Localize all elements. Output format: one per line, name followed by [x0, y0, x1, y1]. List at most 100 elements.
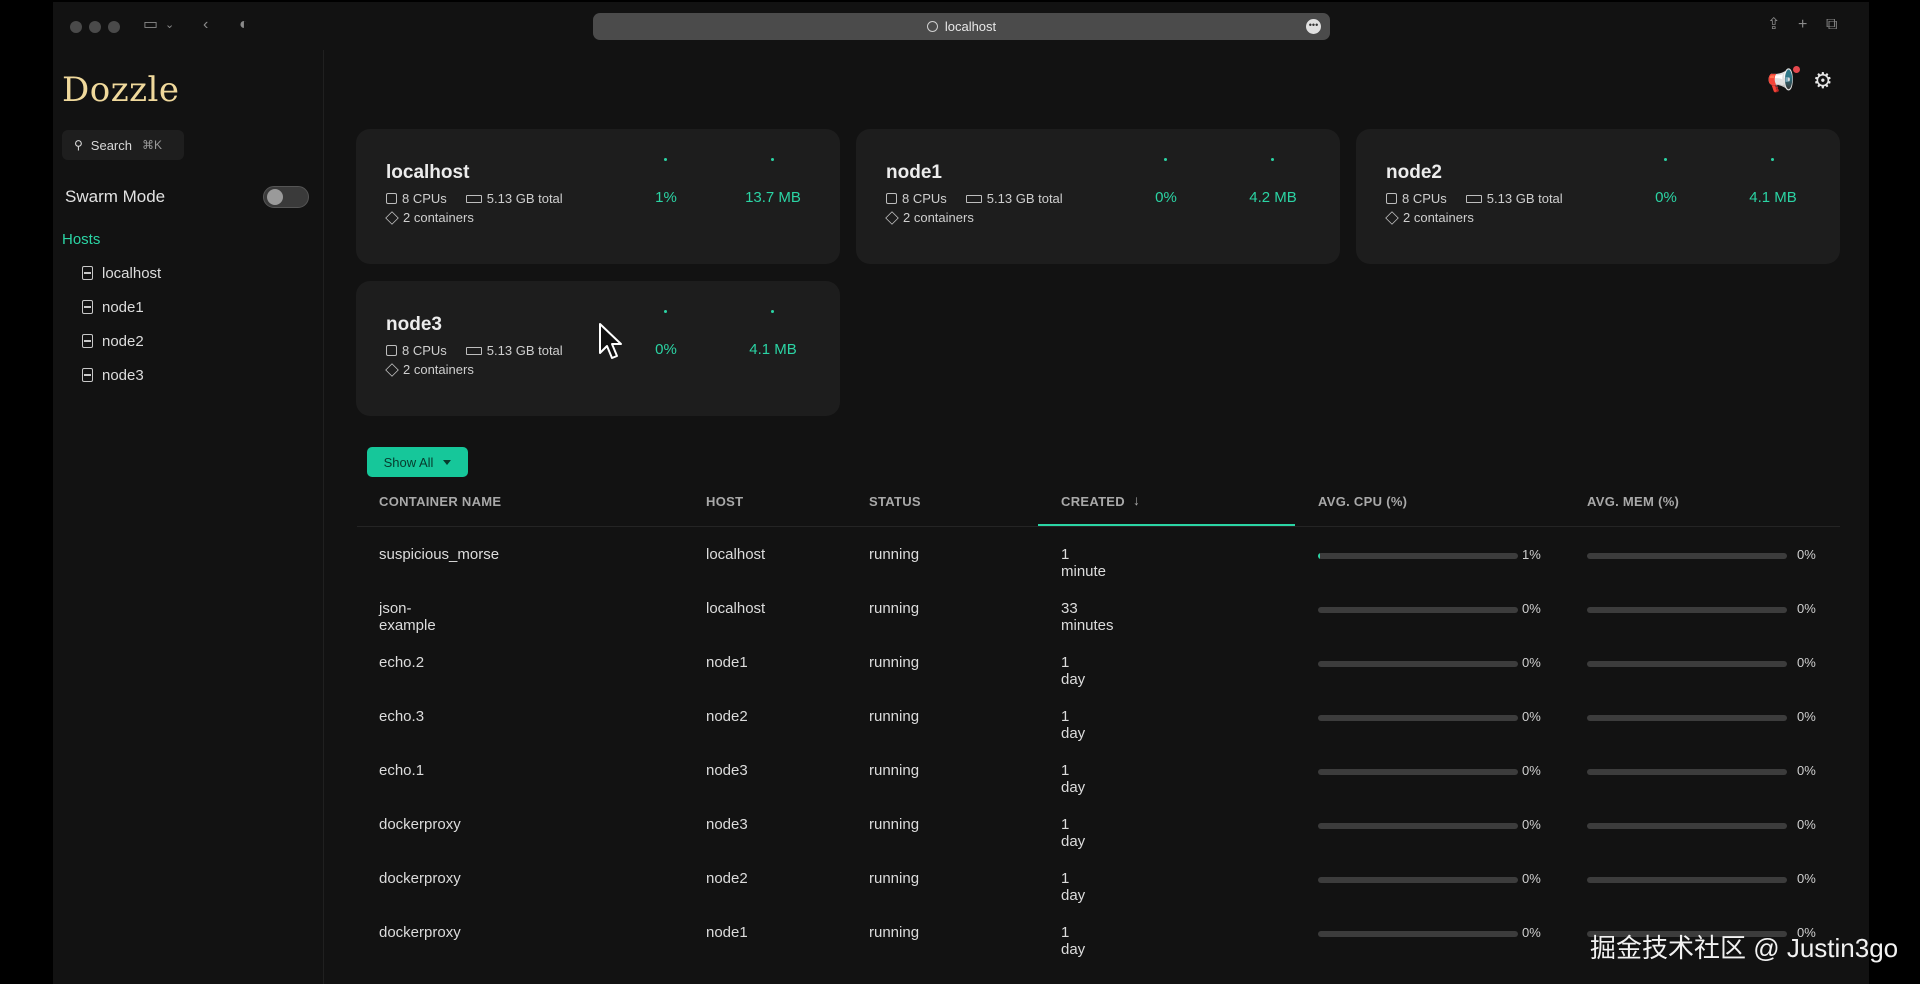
- cpu-icon: [1386, 193, 1397, 204]
- cpu-usage-bar: [1318, 931, 1518, 937]
- cpu-usage: 0%: [655, 341, 677, 358]
- created-cell: 1 day: [1061, 924, 1086, 958]
- tab-overview-icon[interactable]: ⧉: [1826, 16, 1837, 34]
- sidebar-item-localhost[interactable]: localhost: [82, 262, 161, 284]
- swarm-mode-toggle[interactable]: [263, 186, 309, 208]
- host-card-specs: 8 CPUs 5.13 GB total: [1386, 191, 1563, 206]
- search-button[interactable]: ⚲ Search ⌘K: [62, 130, 184, 160]
- globe-icon: [926, 21, 938, 32]
- mem-percent: 0%: [1797, 601, 1816, 616]
- cpu-sparkline: [664, 310, 667, 313]
- status-cell: running: [869, 870, 920, 887]
- cpu-count: 8 CPUs: [902, 191, 947, 206]
- cpu-percent: 0%: [1522, 871, 1541, 886]
- more-options-icon[interactable]: •••: [1306, 19, 1321, 34]
- sidebar-item-node3[interactable]: node3: [82, 364, 144, 386]
- minimize-window-button[interactable]: [89, 21, 101, 33]
- host-card-node2[interactable]: node2 8 CPUs 5.13 GB total 2 containers …: [1356, 129, 1840, 264]
- cpu-percent: 0%: [1522, 763, 1541, 778]
- host-cell: node1: [706, 654, 748, 671]
- sort-arrow-down-icon[interactable]: ↓: [1133, 492, 1140, 508]
- host-cell: node2: [706, 708, 748, 725]
- cpu-usage-bar: [1318, 607, 1518, 613]
- chevron-down-icon[interactable]: ⌄: [165, 16, 174, 34]
- mem-sparkline: [1771, 158, 1774, 161]
- address-bar[interactable]: localhost •••: [593, 13, 1330, 40]
- close-window-button[interactable]: [70, 21, 82, 33]
- host-cell: localhost: [706, 546, 766, 563]
- gear-icon[interactable]: ⚙: [1813, 68, 1833, 94]
- active-sort-indicator: [1038, 524, 1295, 526]
- memory-icon: [965, 194, 982, 203]
- privacy-shield-icon[interactable]: ◐: [239, 16, 249, 34]
- memory-icon: [465, 194, 482, 203]
- announcements-icon[interactable]: 📢: [1767, 68, 1794, 94]
- window-controls: [70, 21, 120, 33]
- mem-percent: 0%: [1797, 547, 1816, 562]
- column-header-avg-cpu[interactable]: AVG. CPU (%): [1318, 494, 1407, 509]
- created-cell: 1 minute: [1061, 546, 1107, 580]
- mem-usage-bar: [1587, 715, 1787, 721]
- status-cell: running: [869, 654, 920, 671]
- share-icon[interactable]: ⇪: [1767, 16, 1780, 34]
- column-header-avg-mem[interactable]: AVG. MEM (%): [1587, 494, 1679, 509]
- container-name-cell: echo.3: [379, 708, 425, 725]
- host-card-title: node3: [386, 314, 442, 335]
- cpu-icon: [386, 193, 397, 204]
- column-header-status[interactable]: STATUS: [869, 494, 921, 509]
- memory-total: 5.13 GB total: [986, 191, 1063, 206]
- container-count: 2 containers: [1403, 210, 1474, 225]
- search-label: Search: [90, 137, 132, 153]
- mem-usage-bar: [1587, 823, 1787, 829]
- screen: ▭ ⌄ ‹ ◐ localhost ••• ⇪ + ⧉ Dozzle ⚲ Sea…: [0, 0, 1920, 984]
- column-header-container-name[interactable]: CONTAINER NAME: [379, 494, 501, 509]
- sidebar-item-node1[interactable]: node1: [82, 296, 144, 318]
- sidebar-item-node2[interactable]: node2: [82, 330, 144, 352]
- mem-usage-bar: [1587, 769, 1787, 775]
- host-card-title: node1: [886, 162, 942, 183]
- host-card-containers: 2 containers: [885, 210, 974, 225]
- sidebar-item-label: node1: [102, 298, 144, 316]
- server-icon: [82, 300, 93, 314]
- created-cell: 33 minutes: [1061, 600, 1114, 634]
- host-card-localhost[interactable]: localhost 8 CPUs 5.13 GB total 2 contain…: [356, 129, 840, 264]
- browser-toolbar: ▭ ⌄ ‹ ◐ localhost ••• ⇪ + ⧉: [53, 2, 1869, 50]
- container-icon: [885, 210, 899, 225]
- cpu-usage: 1%: [655, 189, 677, 206]
- new-tab-icon[interactable]: +: [1798, 16, 1807, 34]
- cpu-percent: 0%: [1522, 601, 1541, 616]
- hosts-heading: Hosts: [62, 231, 101, 248]
- mem-sparkline: [1271, 158, 1274, 161]
- container-name-cell: dockerproxy: [379, 924, 461, 941]
- mem-usage-bar: [1587, 553, 1787, 559]
- mem-percent: 0%: [1797, 709, 1816, 724]
- back-arrow-icon[interactable]: ‹: [203, 16, 208, 34]
- mem-percent: 0%: [1797, 871, 1816, 886]
- mem-usage: 13.7 MB: [745, 189, 801, 206]
- container-name-cell: dockerproxy: [379, 816, 461, 833]
- column-header-created[interactable]: CREATED: [1061, 494, 1125, 509]
- cpu-usage-bar: [1318, 715, 1518, 721]
- container-name-cell: dockerproxy: [379, 870, 461, 887]
- status-cell: running: [869, 708, 920, 725]
- url-text: localhost: [944, 19, 997, 34]
- host-card-containers: 2 containers: [1385, 210, 1474, 225]
- host-card-node1[interactable]: node1 8 CPUs 5.13 GB total 2 containers …: [856, 129, 1340, 264]
- sidebar-toggle-icon[interactable]: ▭: [143, 16, 158, 34]
- mem-usage-bar: [1587, 607, 1787, 613]
- zoom-window-button[interactable]: [108, 21, 120, 33]
- show-all-dropdown[interactable]: Show All: [367, 447, 468, 477]
- notification-badge: [1793, 66, 1800, 73]
- cpu-usage-bar: [1318, 661, 1518, 667]
- app-logo[interactable]: Dozzle: [62, 70, 180, 110]
- host-card-title: node2: [1386, 162, 1442, 183]
- sidebar: Dozzle ⚲ Search ⌘K Swarm Mode Hosts loca…: [53, 50, 324, 984]
- container-name-cell: echo.1: [379, 762, 425, 779]
- column-header-host[interactable]: HOST: [706, 494, 743, 509]
- host-cell: node2: [706, 870, 748, 887]
- cpu-percent: 0%: [1522, 655, 1541, 670]
- container-count: 2 containers: [903, 210, 974, 225]
- cpu-count: 8 CPUs: [1402, 191, 1447, 206]
- mem-usage: 4.1 MB: [749, 341, 797, 358]
- created-cell: 1 day: [1061, 708, 1086, 742]
